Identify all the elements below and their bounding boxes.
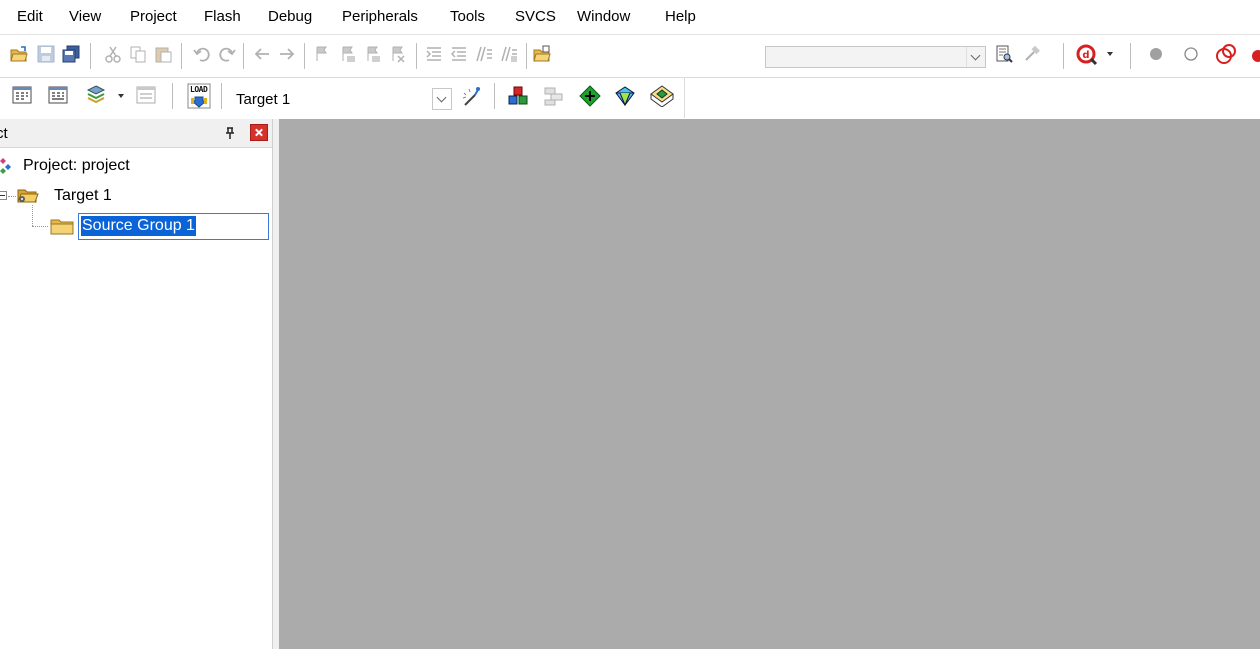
project-window-title: ct (0, 125, 8, 142)
bookmark-clear-icon[interactable] (389, 45, 407, 63)
breakpoint-insert-icon[interactable] (1148, 46, 1164, 62)
find-combo[interactable] (765, 46, 986, 68)
toolbar-separator (243, 43, 244, 69)
build-toolbar: LOAD Target 1 (0, 78, 685, 118)
project-root-icon (0, 158, 11, 174)
stop-build-icon[interactable] (136, 85, 156, 105)
target-select[interactable]: Target 1 (229, 87, 453, 110)
download-flash-button[interactable]: LOAD (186, 83, 212, 109)
debug-session-icon[interactable]: d (1076, 44, 1098, 66)
breakpoint-enable-icon[interactable] (1183, 46, 1199, 62)
collapse-target-button[interactable] (0, 191, 7, 200)
select-packs-icon[interactable] (543, 85, 565, 107)
tree-connector (32, 205, 33, 226)
toolbar-separator (221, 83, 222, 109)
undo-icon[interactable] (193, 45, 211, 63)
bookmark-previous-icon[interactable] (339, 45, 357, 63)
unindent-icon[interactable] (450, 45, 468, 63)
comment-icon[interactable] (475, 45, 493, 63)
open-file-icon[interactable] (10, 45, 28, 63)
project-window-header: ct (0, 119, 272, 148)
translate-icon[interactable] (12, 85, 32, 105)
target-folder-icon (17, 189, 39, 203)
breakpoint-kill-icon[interactable] (1248, 47, 1260, 63)
copy-icon[interactable] (129, 45, 147, 63)
tree-target[interactable]: Target 1 (54, 187, 112, 205)
hammer-icon[interactable] (1023, 45, 1041, 63)
menu-window[interactable]: Window (577, 8, 630, 26)
chevron-down-icon[interactable] (116, 91, 126, 101)
navigate-forward-icon[interactable] (278, 45, 296, 63)
close-panel-button[interactable] (250, 124, 268, 141)
uncomment-icon[interactable] (500, 45, 518, 63)
toolbar-separator (416, 43, 417, 69)
cut-icon[interactable] (104, 45, 122, 63)
pin-icon[interactable] (224, 127, 236, 139)
toolbar-separator (526, 43, 527, 69)
tree-project-root[interactable]: Project: project (23, 157, 130, 175)
menu-flash[interactable]: Flash (204, 8, 241, 26)
find-in-files-icon[interactable] (533, 45, 551, 63)
editor-workspace (279, 119, 1260, 649)
minus-icon (0, 195, 5, 196)
pack-installer-icon[interactable] (579, 85, 601, 107)
group-folder-icon (50, 219, 74, 235)
menu-peripherals[interactable]: Peripherals (342, 8, 418, 26)
menu-view[interactable]: View (69, 8, 101, 26)
incremental-find-icon[interactable] (995, 45, 1013, 63)
navigate-back-icon[interactable] (253, 45, 271, 63)
run-time-environment-icon[interactable] (614, 85, 636, 107)
svg-text:d: d (1082, 50, 1089, 61)
file-toolbar: d (0, 35, 1260, 78)
toolbar-separator (1063, 43, 1064, 69)
toolbar-separator (90, 43, 91, 69)
menu-debug[interactable]: Debug (268, 8, 312, 26)
bookmark-next-icon[interactable] (364, 45, 382, 63)
target-select-value: Target 1 (236, 91, 291, 108)
toolbar-separator (494, 83, 495, 109)
chevron-down-icon[interactable] (966, 47, 985, 67)
redo-icon[interactable] (218, 45, 236, 63)
toolbar-separator (181, 43, 182, 69)
paste-icon[interactable] (154, 45, 172, 63)
save-all-icon[interactable] (62, 45, 80, 63)
menu-bar: Edit View Project Flash Debug Peripheral… (0, 0, 1260, 35)
menu-project[interactable]: Project (130, 8, 177, 26)
menu-edit[interactable]: Edit (17, 8, 43, 26)
toolbar-separator (304, 43, 305, 69)
batch-build-icon[interactable] (85, 84, 107, 106)
save-icon[interactable] (37, 45, 55, 63)
menu-svcs[interactable]: SVCS (515, 8, 556, 26)
build-icon[interactable] (48, 85, 68, 105)
options-for-target-icon[interactable] (461, 85, 483, 107)
tree-connector (32, 226, 48, 227)
load-label: LOAD (190, 85, 208, 94)
chevron-down-icon[interactable] (1105, 49, 1115, 59)
group-rename-input[interactable]: Source Group 1 (78, 213, 269, 240)
menu-tools[interactable]: Tools (450, 8, 485, 26)
manage-project-items-icon[interactable] (507, 85, 529, 107)
menu-help[interactable]: Help (665, 8, 696, 26)
indent-icon[interactable] (425, 45, 443, 63)
tree-connector (8, 196, 16, 197)
toolbar-separator (1130, 43, 1131, 69)
chevron-down-icon[interactable] (432, 88, 452, 110)
bookmark-toggle-icon[interactable] (313, 45, 331, 63)
project-window: ct Project: project Target 1 Source Grou… (0, 119, 273, 649)
group-rename-value: Source Group 1 (81, 216, 196, 236)
software-packs-icon[interactable] (650, 85, 674, 107)
breakpoint-disable-icon[interactable] (1215, 43, 1237, 65)
toolbar-separator (172, 83, 173, 109)
